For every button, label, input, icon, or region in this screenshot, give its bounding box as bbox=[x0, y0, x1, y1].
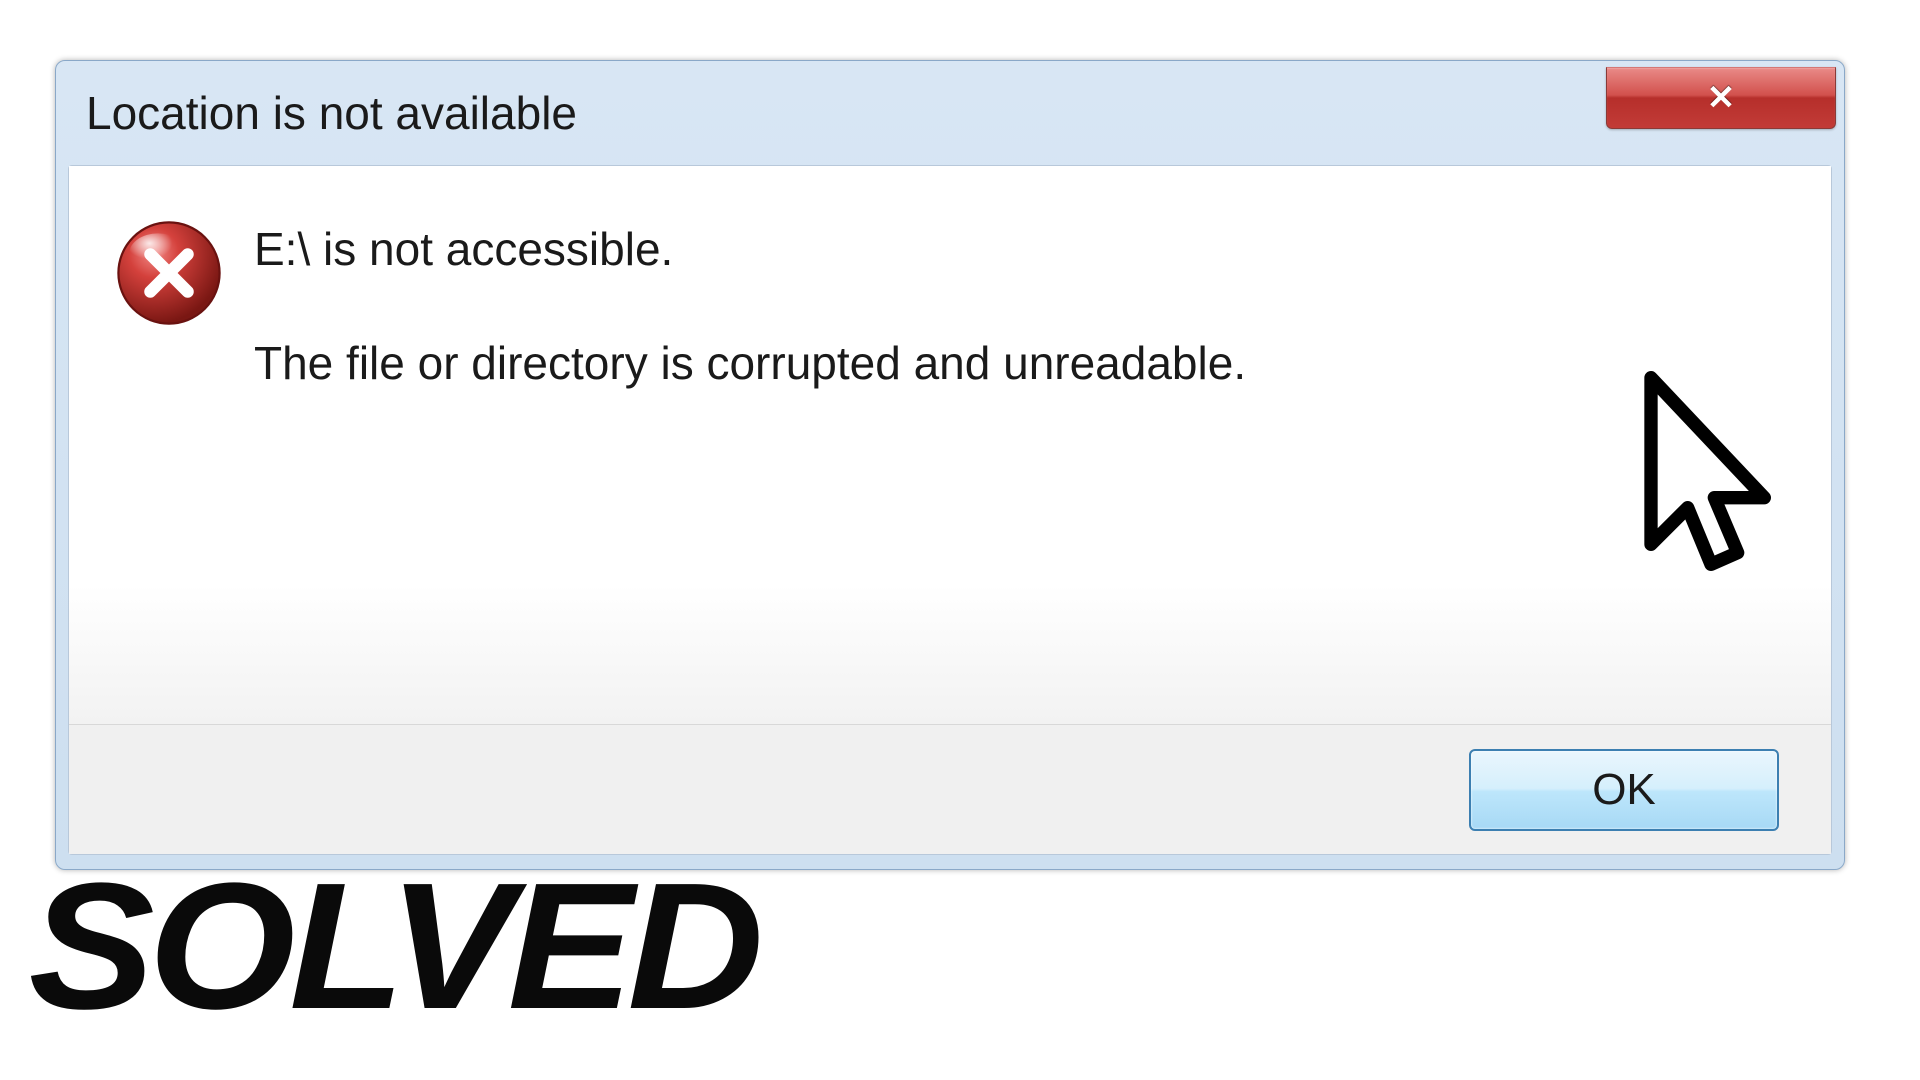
error-icon bbox=[114, 218, 224, 328]
ok-button[interactable]: OK bbox=[1469, 749, 1779, 831]
button-bar: OK bbox=[69, 724, 1831, 854]
title-bar[interactable]: Location is not available ✕ bbox=[68, 73, 1832, 153]
dialog-title: Location is not available bbox=[86, 86, 577, 140]
message-line-1: E:\ is not accessible. bbox=[254, 222, 1791, 276]
close-icon: ✕ bbox=[1707, 78, 1736, 118]
message-line-2: The file or directory is corrupted and u… bbox=[254, 336, 1791, 390]
error-dialog: Location is not available ✕ bbox=[55, 60, 1845, 870]
close-button[interactable]: ✕ bbox=[1606, 67, 1836, 129]
content-area: E:\ is not accessible. The file or direc… bbox=[69, 166, 1831, 724]
solved-overlay-text: SOLVED bbox=[29, 870, 758, 1023]
message-block: E:\ is not accessible. The file or direc… bbox=[254, 216, 1791, 694]
dialog-body: E:\ is not accessible. The file or direc… bbox=[68, 165, 1832, 855]
